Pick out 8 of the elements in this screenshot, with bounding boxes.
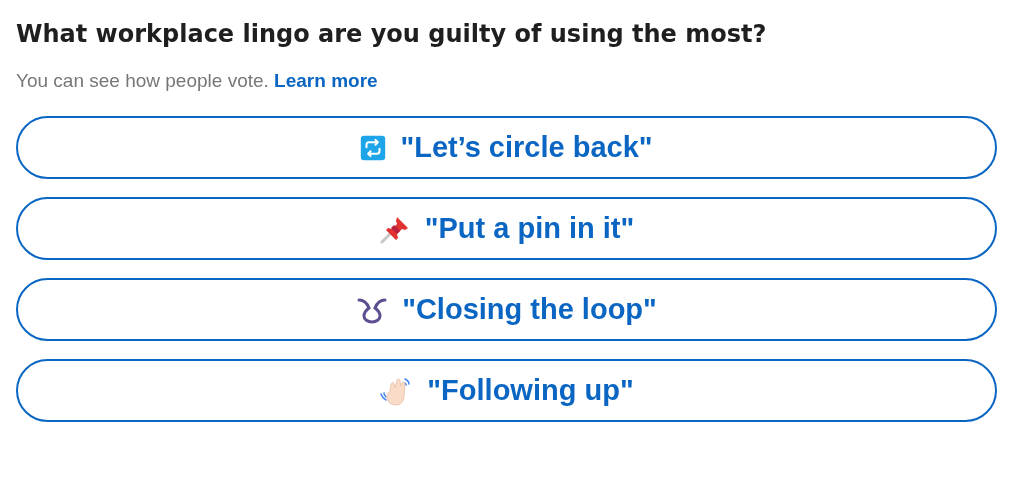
poll-option-button[interactable]: "Closing the loop" [16,278,997,341]
poll-question: What workplace lingo are you guilty of using the most? [16,20,768,48]
visibility-note: You can see how people vote. Learn more [16,70,379,92]
poll-option-button[interactable]: "Following up" [16,359,997,422]
repeat-icon [360,134,387,161]
poll-option-button[interactable]: "Put a pin in it" [16,197,997,260]
learn-more-link[interactable]: Learn more [274,70,378,91]
poll-option-button[interactable]: "Let’s circle back" [16,116,997,179]
